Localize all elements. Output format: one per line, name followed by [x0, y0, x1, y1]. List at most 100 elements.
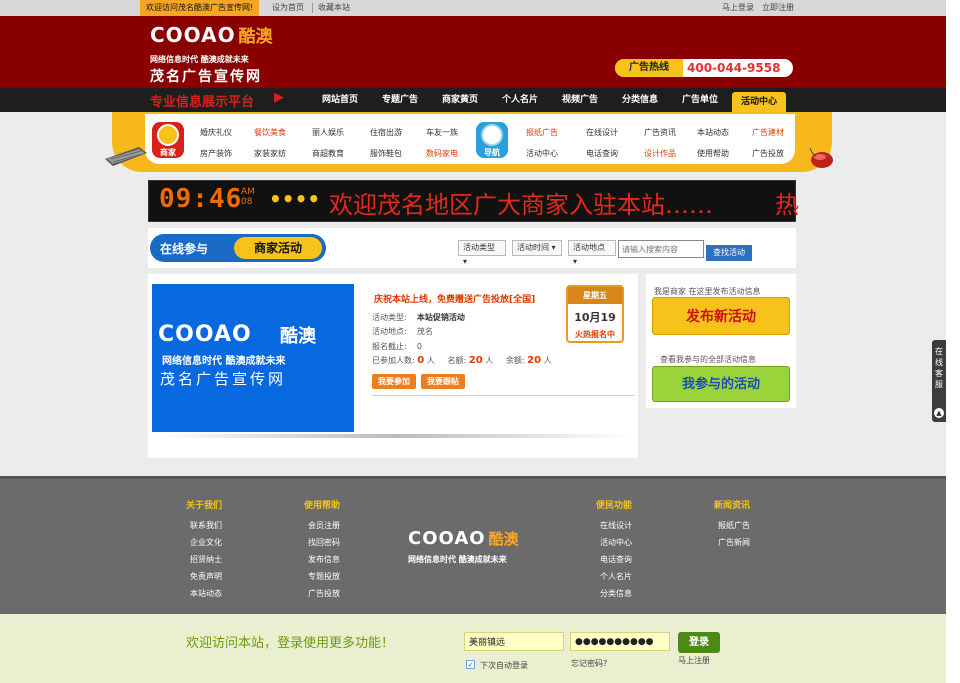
- category-link[interactable]: 广告资讯: [644, 127, 676, 138]
- event-deadline-row: 报名截止: 0: [372, 341, 422, 352]
- card-logo-sitename: 茂名广告宣传网: [160, 370, 287, 388]
- search-button[interactable]: 查找活动: [706, 245, 752, 261]
- online-service-widget[interactable]: 在线客服 ▲: [932, 340, 946, 422]
- led-dots: ••••: [269, 187, 321, 211]
- nav-item-cards[interactable]: 个人名片: [494, 88, 546, 112]
- footer-link[interactable]: 分类信息: [600, 588, 632, 599]
- guide-badge[interactable]: 导航: [476, 122, 508, 158]
- footer-link[interactable]: 在线设计: [600, 520, 632, 531]
- category-link[interactable]: 数码家电: [426, 148, 458, 159]
- footer-link[interactable]: 本站动态: [190, 588, 222, 599]
- led-scroll-tail: 热: [775, 191, 799, 219]
- activity-type-select[interactable]: 活动类型 ▾: [458, 240, 506, 266]
- card-logo-cn: 酷澳: [280, 326, 316, 347]
- category-link[interactable]: 住宿出游: [370, 127, 402, 138]
- category-link[interactable]: 电话查询: [586, 148, 618, 159]
- event-type-value: 本站促销活动: [416, 313, 465, 322]
- nav-item-classified[interactable]: 分类信息: [614, 88, 666, 112]
- remain-value: 20: [527, 355, 542, 366]
- remember-checkbox[interactable]: ✓: [466, 660, 475, 669]
- publish-activity-button[interactable]: 发布新活动: [652, 297, 790, 335]
- category-link[interactable]: 设计作品: [644, 148, 676, 159]
- nav-item-home[interactable]: 网站首页: [314, 88, 366, 112]
- guide-badge-label: 导航: [484, 148, 500, 157]
- follow-event-button[interactable]: 我要跟帖: [421, 374, 465, 389]
- footer-link[interactable]: 电话查询: [600, 554, 632, 565]
- category-link[interactable]: 服饰鞋包: [370, 148, 402, 159]
- footer-column-title: 新闻资讯: [714, 501, 751, 511]
- nav-item-activity[interactable]: 活动中心: [732, 92, 786, 112]
- event-stats-row: 已参加人数: 0 人 名额: 20 人 余额: 20 人: [372, 355, 552, 366]
- login-button[interactable]: 登录: [678, 632, 720, 653]
- set-home-link[interactable]: 设为首页: [272, 0, 304, 16]
- footer-link[interactable]: 报纸广告: [718, 520, 750, 531]
- category-link[interactable]: 婚庆礼仪: [200, 127, 232, 138]
- join-event-button[interactable]: 我要参加: [372, 374, 416, 389]
- site-logo[interactable]: COOAO 酷澳 网络信息时代 酷澳成就未来 茂名广告宣传网: [150, 22, 280, 85]
- category-link[interactable]: 使用帮助: [697, 148, 729, 159]
- event-place-label: 活动地点:: [372, 327, 407, 336]
- footer-link[interactable]: 个人名片: [600, 571, 632, 582]
- forgot-password-link[interactable]: 忘记密码?: [571, 658, 607, 669]
- category-link[interactable]: 在线设计: [586, 127, 618, 138]
- footer-link[interactable]: 发布信息: [308, 554, 340, 565]
- nav-item-video[interactable]: 视频广告: [554, 88, 606, 112]
- chevron-down-icon: ▾: [463, 257, 468, 266]
- calendar-badge: 星期五 10月19 火热报名中: [566, 285, 624, 343]
- footer-column-title: 使用帮助: [304, 501, 341, 511]
- view-text: 查看我参与的全部活动信息: [660, 355, 756, 364]
- footer-link[interactable]: 广告投放: [308, 588, 340, 599]
- register-link[interactable]: 马上注册: [678, 655, 710, 666]
- up-arrow-icon: ▲: [934, 408, 944, 418]
- category-link[interactable]: 餐饮美食: [254, 127, 286, 138]
- nav-item-yellowpages[interactable]: 商家黄页: [434, 88, 486, 112]
- section-title-a: 在线参与: [160, 242, 209, 256]
- top-register-link[interactable]: 立即注册: [762, 0, 794, 16]
- remain-label: 余额:: [505, 356, 525, 365]
- activity-time-select[interactable]: 活动时间 ▾: [512, 240, 562, 256]
- chevron-down-icon: ▾: [551, 243, 556, 252]
- category-link[interactable]: 活动中心: [526, 148, 558, 159]
- footer-link[interactable]: 广告新闻: [718, 537, 750, 548]
- calendar-status: 火热报名中: [575, 330, 615, 339]
- category-link[interactable]: 报纸广告: [526, 127, 558, 138]
- category-link[interactable]: 房产装饰: [200, 148, 232, 159]
- event-image[interactable]: COOAO 酷澳 网络信息时代 酷澳成就未来 茂名广告宣传网: [152, 284, 354, 432]
- category-link[interactable]: 商超教育: [312, 148, 344, 159]
- footer-link[interactable]: 会员注册: [308, 520, 340, 531]
- led-ticker: 09:46 AM 08 •••• 欢迎茂名地区广大商家入驻本站…… 热: [148, 180, 799, 222]
- category-link[interactable]: 广告投放: [752, 148, 784, 159]
- merchant-badge[interactable]: 商家: [152, 122, 184, 158]
- welcome-text: 欢迎访问茂名酷澳广告宣传网!: [140, 0, 260, 16]
- nav-item-units[interactable]: 广告单位: [674, 88, 726, 112]
- calendar-weekday: 星期五: [568, 287, 622, 304]
- category-link[interactable]: 丽人娱乐: [312, 127, 344, 138]
- activity-place-select[interactable]: 活动地点 ▾: [568, 240, 616, 266]
- bookmark-link[interactable]: 收藏本站: [318, 0, 350, 16]
- led-scroll-text: 欢迎茂名地区广大商家入驻本站……: [329, 191, 713, 219]
- event-title[interactable]: 庆祝本站上线，免费赠送广告投放[全国]: [374, 292, 535, 305]
- footer-link[interactable]: 招贤纳士: [190, 554, 222, 565]
- event-type-row: 活动类型: 本站促销活动: [372, 312, 465, 323]
- search-input[interactable]: [618, 240, 704, 258]
- nav-item-topics[interactable]: 专题广告: [374, 88, 426, 112]
- password-field[interactable]: [570, 632, 670, 651]
- category-link[interactable]: 本站动态: [697, 127, 729, 138]
- footer-link[interactable]: 活动中心: [600, 537, 632, 548]
- category-link[interactable]: 车友一族: [426, 127, 458, 138]
- top-login-link[interactable]: 马上登录: [722, 0, 754, 16]
- category-link[interactable]: 家装家纺: [254, 148, 286, 159]
- footer-link[interactable]: 联系我们: [190, 520, 222, 531]
- footer-logo: COOAO 酷澳 网络信息时代 酷澳成就未来: [408, 528, 538, 568]
- login-message: 欢迎访问本站，登录使用更多功能！: [186, 636, 395, 651]
- logo-wordmark: COOAO: [150, 23, 236, 47]
- footer-link[interactable]: 企业文化: [190, 537, 222, 548]
- footer-link[interactable]: 找回密码: [308, 537, 340, 548]
- footer-link[interactable]: 专题投放: [308, 571, 340, 582]
- quota-value: 20: [468, 355, 483, 366]
- category-link[interactable]: 广告建材: [752, 127, 784, 138]
- footer-link[interactable]: 免责声明: [190, 571, 222, 582]
- my-activities-button[interactable]: 我参与的活动: [652, 366, 790, 402]
- username-field[interactable]: [464, 632, 564, 651]
- quota-label: 名额:: [447, 356, 467, 365]
